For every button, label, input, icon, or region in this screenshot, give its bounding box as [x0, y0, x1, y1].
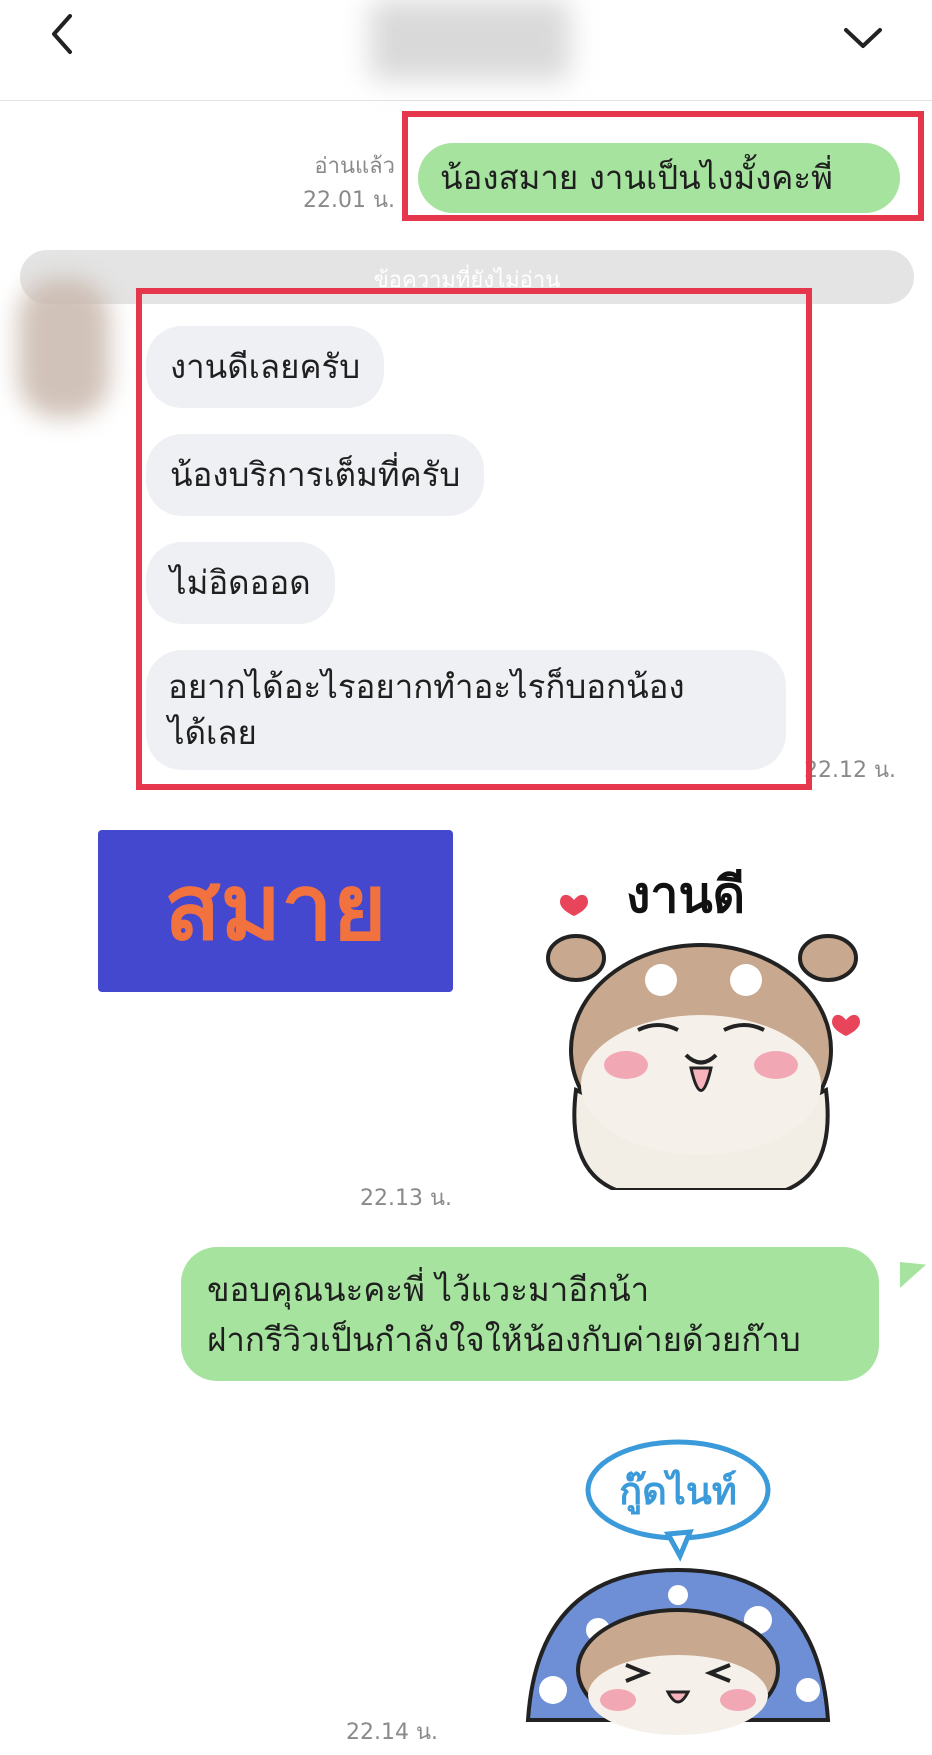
read-status: อ่านแล้ว [314, 154, 395, 179]
sticker-caption: กู๊ดไนท์ [619, 1469, 737, 1515]
highlight-box [136, 288, 812, 790]
message-time: 22.14 น. [346, 1720, 439, 1745]
message-time: 22.13 น. [360, 1186, 453, 1211]
sticker-caption: งานดี [626, 866, 745, 924]
chevron-down-icon[interactable] [838, 12, 888, 62]
message-time: 22.01 น. [302, 188, 395, 213]
highlight-box [402, 111, 924, 221]
my-message-bubble: ขอบคุณนะคะพี่ ไว้แวะมาอีกน้า ฝากรีวิวเป็… [181, 1247, 879, 1381]
hamster-goodnight-sticker-icon[interactable]: กู๊ดไนท์ [508, 1420, 848, 1740]
bubble-tail-icon [900, 1262, 926, 1288]
chevron-left-icon[interactable] [40, 8, 90, 58]
message-time: 22.12 น. [804, 758, 897, 783]
name-label: สมาย [164, 854, 387, 961]
avatar[interactable] [18, 278, 110, 418]
hamster-sticker-icon[interactable]: งานดี [546, 840, 866, 1190]
contact-name-blurred [370, 0, 570, 80]
